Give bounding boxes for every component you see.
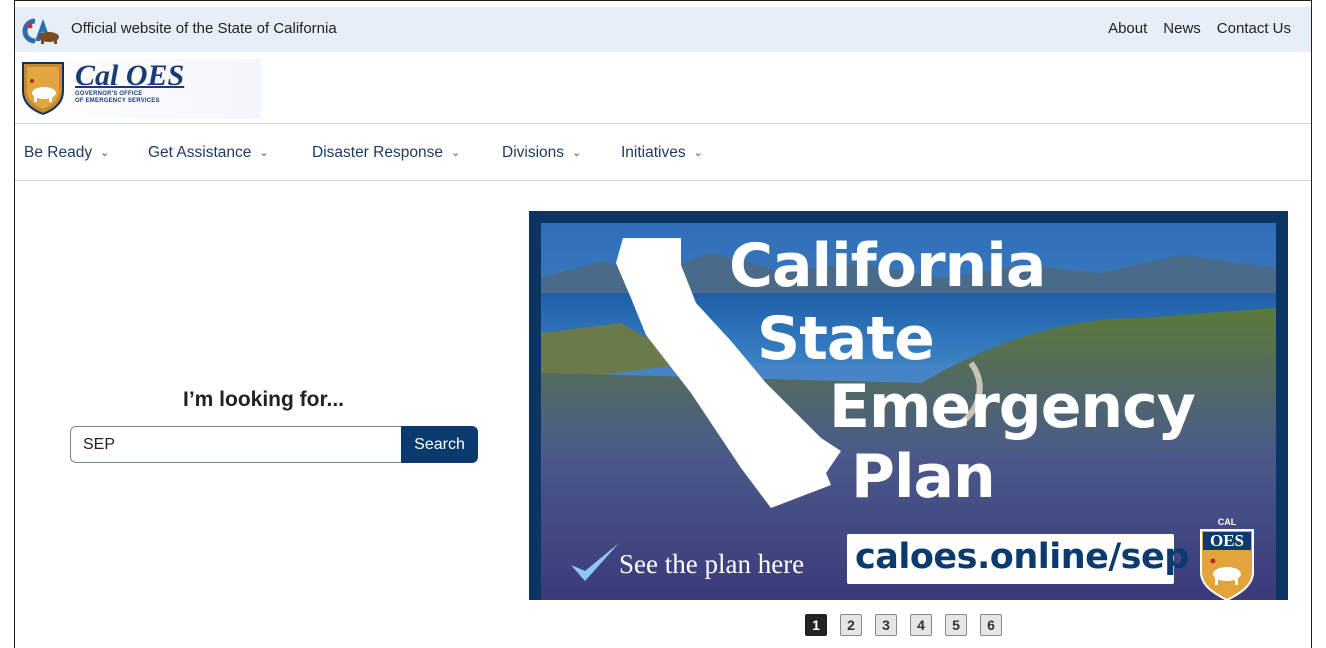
utility-link-contact-us[interactable]: Contact Us xyxy=(1217,20,1291,37)
banner-url-box[interactable]: caloes.online/sep xyxy=(847,534,1189,584)
carousel-banner[interactable]: California State Emergency Plan See the … xyxy=(529,211,1288,600)
official-website-text: Official website of the State of Califor… xyxy=(71,20,337,37)
utility-links: About News Contact Us xyxy=(1108,20,1291,37)
carousel-page-5[interactable]: 5 xyxy=(945,614,967,636)
nav-item-be-ready[interactable]: Be Ready ⌄ xyxy=(24,144,109,162)
banner-title-line1: California xyxy=(729,231,1046,301)
checkmark-icon xyxy=(571,543,619,581)
cal-oes-shield-icon xyxy=(22,62,64,115)
chevron-down-icon: ⌄ xyxy=(693,147,703,159)
carousel-page-6[interactable]: 6 xyxy=(980,614,1002,636)
brand-subtitle-line1: GOVERNOR'S OFFICE xyxy=(75,91,143,97)
nav-item-initiatives[interactable]: Initiatives ⌄ xyxy=(621,144,703,162)
nav-item-label: Initiatives xyxy=(621,144,686,161)
nav-item-label: Disaster Response xyxy=(312,144,443,161)
nav-item-get-assistance[interactable]: Get Assistance ⌄ xyxy=(148,144,269,162)
search-heading: I’m looking for... xyxy=(183,388,345,411)
utility-bar: Official website of the State of Califor… xyxy=(15,7,1311,52)
page-frame: Official website of the State of Califor… xyxy=(14,0,1312,648)
cal-oes-badge-icon xyxy=(1200,529,1254,600)
banner-cta-text: See the plan here xyxy=(619,549,805,579)
cal-oes-logo[interactable]: Cal OES GOVERNOR'S OFFICE OF EMERGENCY S… xyxy=(21,59,261,119)
nav-item-label: Get Assistance xyxy=(148,144,252,161)
carousel-page-1[interactable]: 1 xyxy=(805,614,827,636)
nav-item-disaster-response[interactable]: Disaster Response ⌄ xyxy=(312,144,460,162)
banner-title-line3: Emergency xyxy=(829,372,1196,442)
nav-item-label: Divisions xyxy=(502,144,565,161)
carousel-page-2[interactable]: 2 xyxy=(840,614,862,636)
search-input[interactable] xyxy=(70,426,402,463)
chevron-down-icon: ⌄ xyxy=(450,147,461,159)
chevron-down-icon: ⌄ xyxy=(259,147,269,159)
brand-name: Cal OES xyxy=(75,59,185,92)
utility-link-news[interactable]: News xyxy=(1163,20,1201,37)
main-nav: Be Ready ⌄ Get Assistance ⌄ Disaster Respo… xyxy=(15,123,1311,181)
brand-subtitle-line2: OF EMERGENCY SERVICES xyxy=(75,98,160,104)
banner-url-text: caloes.online/sep xyxy=(855,537,1189,577)
carousel-page-4[interactable]: 4 xyxy=(910,614,932,636)
banner-title-line2: State xyxy=(757,304,935,374)
carousel-page-3[interactable]: 3 xyxy=(875,614,897,636)
chevron-down-icon: ⌄ xyxy=(572,147,582,159)
nav-item-divisions[interactable]: Divisions ⌄ xyxy=(502,144,581,162)
search-button[interactable]: Search xyxy=(401,426,478,463)
banner-title-line4: Plan xyxy=(851,442,996,512)
utility-link-about[interactable]: About xyxy=(1108,20,1147,37)
badge-cal-text: CAL xyxy=(1217,517,1237,527)
carousel-pagination: 1 2 3 4 5 6 xyxy=(805,614,1002,636)
chevron-down-icon: ⌄ xyxy=(100,147,110,159)
brand-text: Cal OES GOVERNOR'S OFFICE OF EMERGENCY S… xyxy=(75,61,195,105)
ca-state-logo-icon[interactable] xyxy=(21,17,63,45)
badge-oes-text: OES xyxy=(1209,531,1245,550)
nav-item-label: Be Ready xyxy=(24,144,93,161)
cal-oes-badge: CAL OES xyxy=(1199,516,1255,600)
